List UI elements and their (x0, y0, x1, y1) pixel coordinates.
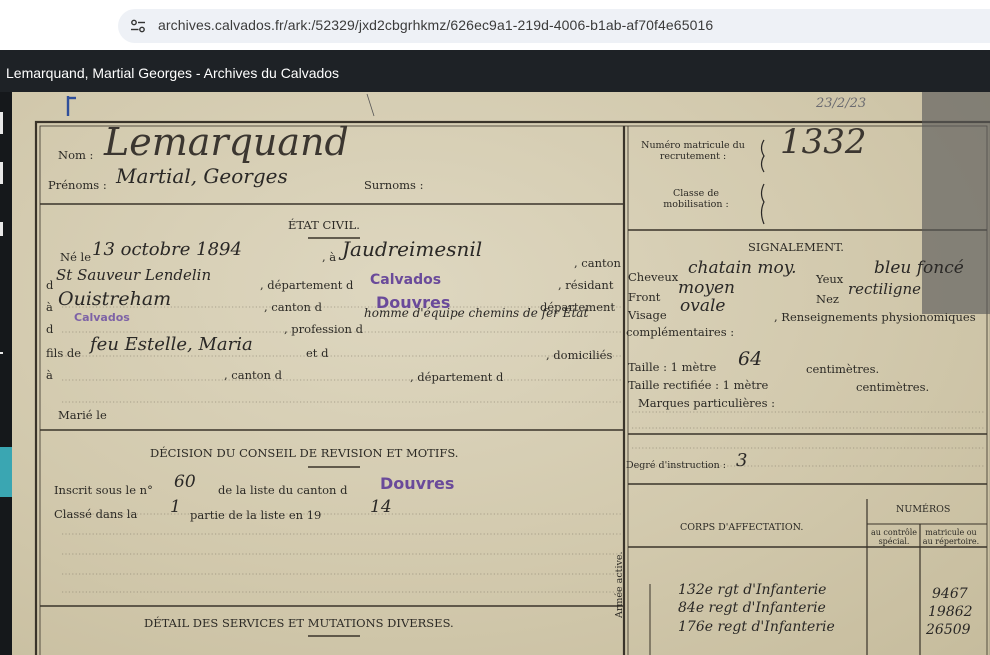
classe-label: Classé dans la (54, 507, 138, 521)
armee-active-label: Armée active. (614, 551, 625, 618)
canton-value: St Sauveur Lendelin (56, 266, 212, 284)
nez-label: Nez (816, 292, 839, 306)
image-overlay (922, 92, 990, 314)
d-label-2: d (46, 322, 54, 336)
cheveux-value: chatain moy. (688, 258, 797, 278)
toolbar-marker[interactable] (0, 112, 3, 134)
left-toolbar-strip (0, 92, 12, 655)
signalement-heading: SIGNALEMENT. (748, 240, 844, 254)
viewer-title: Lemarquand, Martial Georges - Archives d… (6, 65, 340, 81)
departement-label: , département d (260, 278, 354, 292)
yeux-label: Yeux (816, 272, 844, 286)
marques-label: Marques particulières : (638, 396, 776, 410)
classe-value: 1 (170, 497, 181, 517)
canton-label: , canton (574, 256, 621, 270)
table-row-matricule: 26509 (926, 622, 971, 638)
table-row-matricule: 19862 (928, 604, 973, 620)
canton-d-label-2: , canton d (224, 368, 282, 382)
marie-label: Marié le (58, 408, 107, 422)
cheveux-label: Cheveux (628, 270, 679, 284)
instruction-value: 3 (736, 450, 748, 471)
a-label-2: à (46, 300, 53, 314)
document-viewer: Lemarquand, Martial Georges - Archives d… (0, 50, 990, 655)
decision-heading: DÉCISION DU CONSEIL DE REVISION ET MOTIF… (150, 446, 459, 460)
corps-affectation-header: CORPS D'AFFECTATION. (680, 522, 804, 533)
nom-label: Nom : (58, 148, 94, 162)
nom-value: Lemarquand (104, 120, 349, 164)
departement-d-label: , département d (410, 370, 504, 384)
site-settings-icon[interactable] (130, 18, 146, 34)
d-label: d (46, 278, 54, 292)
taille-rectifiee-label: Taille rectifiée : 1 mètre (628, 378, 769, 392)
ne-le-value: 13 octobre 1894 (92, 239, 242, 260)
surnoms-label: Surnoms : (364, 178, 424, 192)
url-text[interactable]: archives.calvados.fr/ark:/52329/jxd2cbgr… (158, 17, 713, 33)
profession-label: , profession d (284, 322, 363, 336)
toolbar-marker[interactable] (0, 222, 3, 236)
yeux-value: bleu foncé (874, 258, 964, 278)
departement-stamp: Calvados (370, 272, 442, 288)
taille-value: 64 (738, 348, 763, 370)
table-row-matricule: 9467 (932, 586, 968, 602)
annee-value: 14 (370, 497, 392, 517)
table-row-corps: 84e regt d'Infanterie (678, 600, 826, 616)
inscrit-label: Inscrit sous le n° (54, 483, 153, 497)
table-row-corps: 132e rgt d'Infanterie (678, 582, 827, 598)
et-de-label: et d (306, 346, 329, 360)
front-value: moyen (678, 278, 735, 298)
lieu-value: Jaudreimesnil (342, 237, 483, 261)
etat-civil-heading: ÉTAT CIVIL. (288, 218, 360, 232)
prenoms-value: Martial, Georges (116, 164, 288, 188)
centimetres-label: centimètres. (806, 362, 880, 376)
toolbar-marker[interactable] (0, 162, 3, 184)
matricule-value: 1332 (780, 122, 867, 162)
matricule-label: Numéro matricule du recrutement : (641, 140, 745, 162)
canton-d-label: , canton d (264, 300, 322, 314)
url-box[interactable]: archives.calvados.fr/ark:/52329/jxd2cbgr… (118, 9, 990, 43)
fils-de-value: feu Estelle, Maria (90, 334, 253, 355)
inscrit-value: 60 (174, 472, 196, 492)
browser-address-bar: archives.calvados.fr/ark:/52329/jxd2cbgr… (0, 0, 990, 50)
scanned-register-page[interactable]: 23/2/23 Nom : Lemarquand Prénoms : Marti… (12, 92, 990, 655)
taille-label: Taille : 1 mètre (628, 360, 717, 374)
prenoms-label: Prénoms : (48, 178, 107, 192)
table-row-corps: 176e regt d'Infanterie (678, 619, 835, 635)
renseignements-label: , Renseignements physionomiques compléme… (626, 310, 976, 339)
side-panel-tab[interactable] (0, 447, 12, 497)
a-label-3: à (46, 368, 53, 382)
dept2-stamp: Calvados (74, 311, 130, 324)
classe-mobilisation-label: Classe de mobilisation : (663, 188, 729, 210)
front-label: Front (628, 290, 661, 304)
margin-date: 23/2/23 (816, 96, 867, 111)
ne-le-label: Né le (60, 250, 92, 264)
centimetres-label-2: centimètres. (856, 380, 930, 394)
nez-value: rectiligne (848, 280, 922, 298)
services-heading: DÉTAIL DES SERVICES ET MUTATIONS DIVERSE… (144, 616, 454, 630)
instruction-label: Degré d'instruction : (626, 460, 726, 471)
profession-value: homme d'équipe chemins de fer État (364, 306, 589, 320)
a-label: , à (322, 250, 337, 264)
decision-canton-stamp: Douvres (380, 474, 455, 493)
liste-label: de la liste du canton d (218, 483, 348, 497)
partie-label: partie de la liste en 19 (190, 508, 322, 522)
controle-header: au contrôle spécial. (870, 528, 918, 546)
toolbar-marker[interactable] (0, 352, 3, 354)
matricule-header: matricule ou au répertoire. (922, 528, 980, 546)
residant-label: , résidant (558, 278, 614, 292)
domicilies-label: , domiciliés (546, 348, 613, 362)
numeros-header: NUMÉROS (896, 504, 951, 515)
fils-de-label: fils de (46, 346, 82, 360)
residence-value: Ouistreham (58, 288, 172, 310)
